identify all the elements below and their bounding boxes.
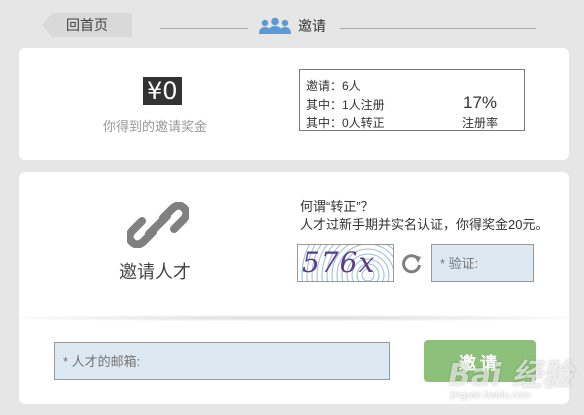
page-title-label: 邀请 xyxy=(298,18,326,34)
stat-converted: 其中：0人转正 xyxy=(306,116,385,130)
people-icon xyxy=(258,16,292,36)
captcha-image: 576x xyxy=(297,244,394,282)
reward-amount: ¥0 xyxy=(143,77,182,105)
reward-label: 你得到的邀请奖金 xyxy=(103,119,208,134)
stat-invited: 邀请：6人 xyxy=(306,79,361,93)
email-input[interactable] xyxy=(54,342,390,380)
link-icon xyxy=(125,201,191,253)
section-divider xyxy=(19,315,569,321)
captcha-text: 576x xyxy=(302,246,376,279)
registration-rate-label: 注册率 xyxy=(461,116,498,130)
invite-card: 邀请人才 何谓“转正”？ 人才过新手期并实名认证，你得奖金20元。 576x *… xyxy=(19,172,569,404)
reward-card: ¥0 你得到的邀请奖金 邀请：6人 其中：1人注册 其中：0人转正 17% 注册… xyxy=(19,48,569,160)
page-title: 邀请 xyxy=(258,16,326,36)
invite-button[interactable]: 邀请 xyxy=(424,340,536,382)
header-divider-left xyxy=(160,28,248,29)
refresh-icon[interactable] xyxy=(401,252,423,279)
conversion-description: 人才过新手期并实名认证，你得奖金20元。 xyxy=(300,217,549,232)
captcha-input[interactable] xyxy=(431,244,534,282)
back-home-button[interactable]: 回首页 xyxy=(42,13,132,37)
invite-title: 邀请人才 xyxy=(119,262,191,282)
registration-rate-value: 17% xyxy=(462,93,498,112)
stat-registered: 其中：1人注册 xyxy=(306,98,385,112)
invite-stats-box: 邀请：6人 其中：1人注册 其中：0人转正 17% 注册率 xyxy=(299,69,525,131)
conversion-question: 何谓“转正”？ xyxy=(300,199,374,214)
header-divider-right xyxy=(340,28,536,29)
